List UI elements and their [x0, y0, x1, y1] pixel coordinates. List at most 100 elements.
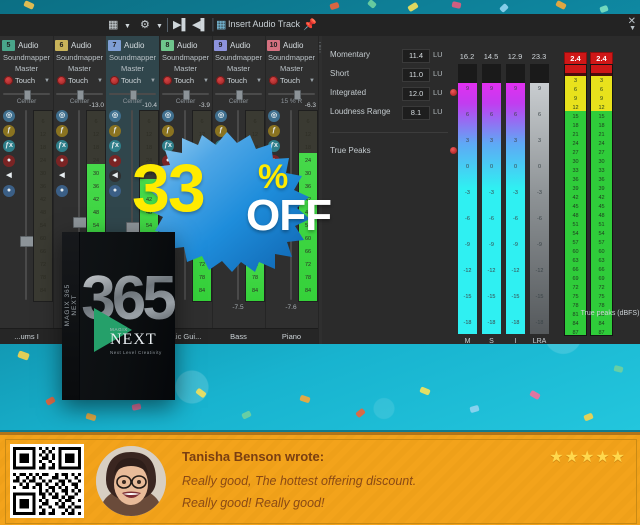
strip-header[interactable]: 9 Audio	[212, 38, 265, 53]
automation-mode-row[interactable]: Touch ▼	[0, 75, 53, 87]
input-icon-glyph: ◎	[111, 112, 119, 119]
grid-icon[interactable]: ▦	[108, 18, 118, 32]
pan-slider[interactable]	[215, 90, 262, 100]
chevron-down-icon[interactable]: ▼	[150, 75, 156, 87]
true-peak-tick: 57	[598, 240, 605, 246]
output-bus-label[interactable]: Master	[159, 64, 212, 73]
chevron-down-icon[interactable]: ▼	[203, 75, 209, 87]
track-name-label[interactable]: ...ums I	[0, 328, 53, 344]
output-bus-label[interactable]: Master	[106, 64, 159, 73]
mute-icon[interactable]: ◀	[3, 170, 15, 182]
track-number: 10	[267, 40, 280, 51]
fx-icon[interactable]: ƒx	[56, 140, 68, 152]
loudness-tick: 6	[489, 112, 494, 118]
output-bus-label[interactable]: Master	[53, 64, 106, 73]
record-arm-icon[interactable]: ●	[56, 155, 68, 167]
device-label[interactable]: Soundmapper	[53, 53, 106, 62]
true-peak-tick: 27	[598, 150, 605, 156]
meter-tick: 42	[39, 197, 47, 203]
input-icon[interactable]: ◎	[56, 110, 68, 122]
output-bus-label[interactable]: Master	[265, 64, 318, 73]
automation-mode-row[interactable]: Touch ▼	[53, 75, 106, 87]
chevron-down-icon[interactable]: ▼	[44, 75, 50, 87]
loudness-row: Momentary 11.4 LU	[330, 48, 470, 63]
automation-knob-icon[interactable]	[110, 76, 119, 85]
pin-icon[interactable]: 📌	[303, 18, 317, 32]
chevron-down-icon[interactable]: ▼	[97, 75, 103, 87]
eq-icon[interactable]: ƒ	[3, 125, 15, 137]
automation-knob-icon[interactable]	[4, 76, 13, 85]
chevron-down-icon[interactable]: ▼	[124, 20, 131, 34]
meter-tick: 54	[92, 223, 100, 229]
automation-mode-row[interactable]: Touch ▼	[106, 75, 159, 87]
meter-tick: 30	[92, 171, 100, 177]
output-bus-label[interactable]: Master	[0, 64, 53, 73]
input-icon[interactable]: ◎	[162, 110, 174, 122]
fx-icon[interactable]: ƒx	[3, 140, 15, 152]
device-label[interactable]: Soundmapper	[159, 53, 212, 62]
automation-knob-icon[interactable]	[216, 76, 225, 85]
strip-header[interactable]: 8 Audio	[159, 38, 212, 53]
insert-audio-track-label[interactable]: Insert Audio Track	[228, 19, 300, 29]
insert-audio-track-icon[interactable]: ▦	[216, 18, 226, 32]
track-name-label[interactable]: Piano	[265, 328, 318, 344]
snap-left-icon[interactable]: ▶▌	[173, 18, 189, 32]
chevron-down-icon[interactable]: ▼	[256, 75, 262, 87]
volume-fader[interactable]	[20, 110, 34, 300]
output-bus-label[interactable]: Master	[212, 64, 265, 73]
strip-header[interactable]: 6 Audio	[53, 38, 106, 53]
strip-button-column[interactable]: ◎ ƒ ƒx ● ◀ ●	[56, 110, 70, 200]
fader-handle[interactable]	[20, 236, 34, 247]
fader-value-label: -7.5	[232, 304, 244, 311]
loudness-bar-meter: 23.3 9 6 3 0 -3 -6 -9 -12 -15 -18 LRA	[530, 52, 549, 344]
solo-icon[interactable]: ●	[3, 185, 15, 197]
strip-header[interactable]: 7 Audio	[106, 38, 159, 53]
automation-knob-icon[interactable]	[163, 76, 172, 85]
input-icon-glyph: ◎	[164, 112, 172, 119]
gear-icon[interactable]: ⚙	[140, 18, 150, 32]
meter-tick: 12	[39, 132, 47, 138]
pan-slider[interactable]	[109, 90, 156, 100]
collapse-icon[interactable]: ▼	[629, 25, 636, 32]
strip-button-column[interactable]: ◎ ƒ ƒx ● ◀ ●	[3, 110, 17, 200]
device-label[interactable]: Soundmapper	[212, 53, 265, 62]
strip-header[interactable]: 10 Audio	[265, 38, 318, 53]
input-icon[interactable]: ◎	[268, 110, 280, 122]
track-type-label: Audio	[124, 41, 145, 50]
track-type-label: Audio	[177, 41, 198, 50]
automation-mode-row[interactable]: Touch ▼	[159, 75, 212, 87]
device-label[interactable]: Soundmapper	[265, 53, 318, 62]
loudness-tick: -15	[487, 294, 496, 300]
pan-slider[interactable]	[162, 90, 209, 100]
true-peak-tick: 30	[572, 159, 579, 165]
record-arm-icon[interactable]: ●	[3, 155, 15, 167]
input-icon[interactable]: ◎	[215, 110, 227, 122]
mixer-channel-strip[interactable]: 5 Audio Soundmapper Master Touch ▼ Center ◎ ƒ ƒx ●…	[0, 36, 54, 344]
true-peak-tick: 54	[598, 231, 605, 237]
solo-icon[interactable]: ●	[56, 185, 68, 197]
mute-icon[interactable]: ◀	[56, 170, 68, 182]
automation-mode-row[interactable]: Touch ▼	[212, 75, 265, 87]
panel-resize-handle[interactable]: ⋮ ⋮	[316, 42, 324, 54]
pan-slider[interactable]	[268, 90, 315, 100]
fader-handle[interactable]	[73, 216, 87, 228]
qr-code[interactable]	[10, 444, 84, 518]
track-name-label[interactable]: Bass	[212, 328, 265, 344]
strip-header[interactable]: 5 Audio	[0, 38, 53, 53]
input-icon[interactable]: ◎	[3, 110, 15, 122]
chevron-down-icon[interactable]: ▼	[309, 75, 315, 87]
pan-slider[interactable]	[56, 90, 103, 100]
pan-value-label: Center	[228, 98, 249, 105]
automation-knob-icon[interactable]	[269, 76, 278, 85]
pan-value-label: Center	[16, 98, 37, 105]
device-label[interactable]: Soundmapper	[106, 53, 159, 62]
automation-knob-icon[interactable]	[57, 76, 66, 85]
speaker-icon[interactable]: ◀▌	[192, 18, 208, 32]
chevron-down-icon[interactable]: ▼	[156, 20, 163, 34]
input-icon[interactable]: ◎	[109, 110, 121, 122]
true-peak-tick: 78	[572, 303, 579, 309]
automation-mode-row[interactable]: Touch ▼	[265, 75, 318, 87]
eq-icon[interactable]: ƒ	[56, 125, 68, 137]
pan-slider[interactable]	[3, 90, 50, 100]
device-label[interactable]: Soundmapper	[0, 53, 53, 62]
